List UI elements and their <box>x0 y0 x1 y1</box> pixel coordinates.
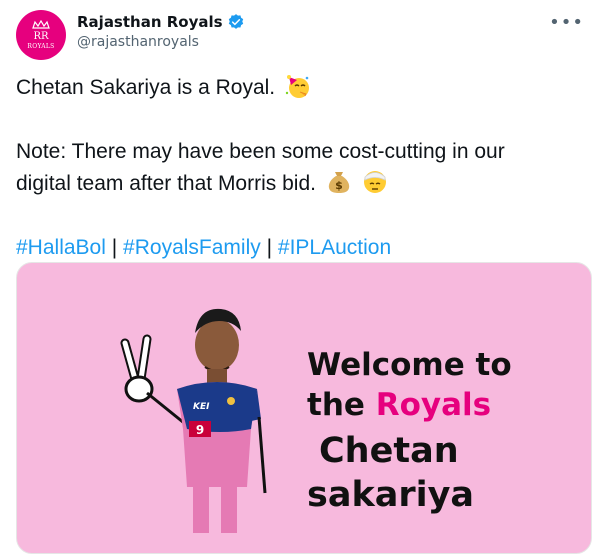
hashtag-iplauction[interactable]: #IPLAuction <box>278 236 391 259</box>
tweet-line-2: Note: There may have been some cost-cutt… <box>16 136 584 168</box>
tweet-line-3: digital team after that Morris bid. $ <box>16 168 584 200</box>
hashtags: #HallaBol | #RoyalsFamily | #IPLAuction <box>16 232 584 264</box>
tweet-text-line-3: digital team after that Morris bid. <box>16 172 316 195</box>
welcome-line-1: Welcome to <box>307 347 512 383</box>
player-head <box>195 308 241 383</box>
hashtag-hallabol[interactable]: #HallaBol <box>16 236 106 259</box>
hashtag-separator: | <box>111 236 118 259</box>
welcome-line-2-royals: Royals <box>375 387 492 423</box>
svg-text:$: $ <box>335 179 343 192</box>
money-bag-emoji-icon: $ <box>328 172 350 193</box>
royals-crest-icon: RR <box>32 20 50 42</box>
tweet-media-image[interactable]: 9 KEI Welcome to the Royals Chetan sakar… <box>16 262 592 554</box>
avatar-text: ROYALS <box>27 43 55 50</box>
hashtag-separator: | <box>266 236 273 259</box>
welcome-line-3: Chetan <box>319 431 459 471</box>
party-face-emoji-icon <box>285 75 309 98</box>
verified-badge-icon <box>228 14 243 29</box>
welcome-line-2-prefix: the <box>307 387 365 423</box>
bandage-face-emoji-icon <box>363 171 386 193</box>
welcome-line-4: sakariya <box>307 475 475 515</box>
hashtag-royalsfamily[interactable]: #RoyalsFamily <box>123 236 261 259</box>
tweet-header: RR ROYALS Rajasthan Royals @rajasthanroy… <box>16 10 584 60</box>
welcome-text-block: Welcome to the Royals Chetan sakariya <box>307 345 567 517</box>
tweet-text: Chetan Sakariya is a Royal. Note: There … <box>16 72 584 264</box>
tweet-text-line-2: Note: There may have been some cost-cutt… <box>16 140 505 163</box>
jersey-sponsor: KEI <box>193 402 210 412</box>
avatar[interactable]: RR ROYALS <box>16 10 66 60</box>
tweet-text-line-1: Chetan Sakariya is a Royal. <box>16 76 276 99</box>
account-names: Rajasthan Royals @rajasthanroyals <box>77 12 245 52</box>
display-name[interactable]: Rajasthan Royals <box>77 12 245 32</box>
account-handle[interactable]: @rajasthanroyals <box>77 32 245 52</box>
player-jersey: 9 KEI <box>177 382 261 487</box>
jersey-number: 9 <box>196 423 204 437</box>
svg-text:RR: RR <box>33 31 49 42</box>
player-illustration: 9 KEI <box>120 308 267 533</box>
tweet-line-1: Chetan Sakariya is a Royal. <box>16 72 584 104</box>
welcome-line-2: the Royals <box>307 385 567 425</box>
display-name-text[interactable]: Rajasthan Royals <box>77 12 223 32</box>
more-options-icon[interactable]: ••• <box>549 12 584 33</box>
